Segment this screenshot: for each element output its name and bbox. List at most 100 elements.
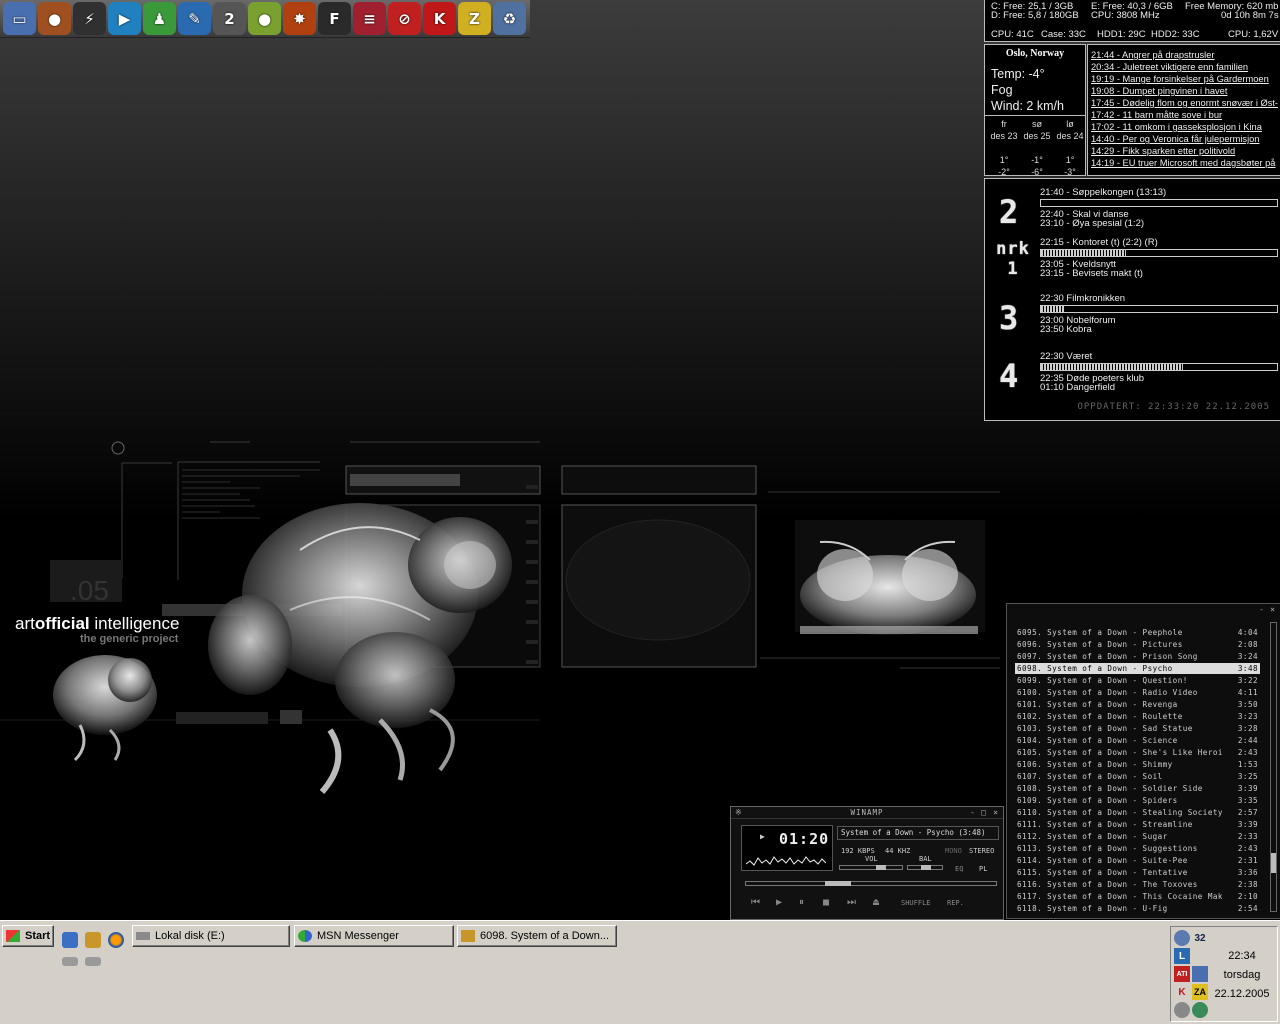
winamp-seek-bar[interactable] — [745, 881, 997, 886]
playlist-item[interactable]: 6114. System of a Down - Suite-Pee 2:31 — [1015, 855, 1260, 866]
playlist-item[interactable]: 6107. System of a Down - Soil 3:25 — [1015, 771, 1260, 782]
drive-icon[interactable] — [62, 957, 78, 966]
repeat-button[interactable]: REP. — [947, 899, 964, 907]
feather-icon[interactable]: ✎ — [178, 2, 211, 35]
playlist-item[interactable]: 6113. System of a Down - Suggestions 2:43 — [1015, 843, 1260, 854]
playlist-item[interactable]: 6105. System of a Down - She's Like Hero… — [1015, 747, 1260, 758]
firefox-icon[interactable] — [108, 932, 124, 948]
kaspersky-tray-icon[interactable]: K — [1174, 984, 1190, 1000]
no-smoking-icon[interactable]: ⊘ — [388, 2, 421, 35]
playlist-minimize-button[interactable]: - — [1259, 605, 1264, 615]
playlist-item[interactable]: 6096. System of a Down - Pictures 2:08 — [1015, 639, 1260, 650]
taskbar-window-lokal-disk[interactable]: Lokal disk (E:) — [132, 925, 290, 947]
tv-progress-bar — [1040, 363, 1278, 371]
playlist-item[interactable]: 6117. System of a Down - This Cocaine Ma… — [1015, 891, 1260, 902]
news-item[interactable]: 17:45 - Dødelig flom og enormt snøvær i … — [1091, 98, 1278, 108]
winamp-eq-button[interactable]: EQ — [955, 865, 963, 873]
winamp-seek-knob[interactable] — [825, 881, 852, 886]
news-item[interactable]: 17:02 - 11 omkom i gasseksplosjon i Kina — [1091, 122, 1262, 132]
news-item[interactable]: 14:40 - Per og Veronica får julepermisjo… — [1091, 134, 1259, 144]
playlist-item[interactable]: 6115. System of a Down - Tentative 3:36 — [1015, 867, 1260, 878]
winamp-launch-icon[interactable] — [85, 932, 101, 948]
winamp-titlebar[interactable]: WINAMP — [731, 807, 1003, 819]
winamp-minimize-button[interactable]: - — [970, 808, 975, 818]
msn-buddies-icon[interactable]: ♟ — [143, 2, 176, 35]
playlist-item[interactable]: 6095. System of a Down - Peephole 4:04 — [1015, 627, 1260, 638]
news-item[interactable]: 20:34 - Juletreet viktigere enn familien — [1091, 62, 1248, 72]
play-icon[interactable]: ▶ — [776, 897, 782, 908]
playlist-item[interactable]: 6110. System of a Down - Stealing Societ… — [1015, 807, 1260, 818]
kaspersky-icon[interactable]: K — [423, 2, 456, 35]
winamp-time[interactable]: 01:20 — [779, 830, 829, 848]
shuffle-button[interactable]: SHUFFLE — [901, 899, 931, 907]
tray-counter[interactable]: 32 — [1192, 930, 1208, 946]
news-item[interactable]: 14:19 - EU truer Microsoft med dagsbøter… — [1091, 158, 1275, 168]
winrar-icon[interactable]: ≡ — [353, 2, 386, 35]
recycle-bin-icon[interactable]: ♻ — [493, 2, 526, 35]
ati-tray-icon[interactable]: ATI — [1174, 966, 1190, 982]
news-item[interactable]: 14:29 - Fikk sparken etter politivold — [1091, 146, 1235, 156]
playlist-item[interactable]: 6116. System of a Down - The Toxoves 2:38 — [1015, 879, 1260, 890]
playlist-item[interactable]: 6101. System of a Down - Revenga 3:50 — [1015, 699, 1260, 710]
playlist-item[interactable]: 6118. System of a Down - U-Fig 2:54 — [1015, 903, 1260, 914]
disc-tray-icon[interactable] — [1174, 1002, 1190, 1018]
winamp-volume-slider[interactable] — [839, 865, 903, 870]
playlist-close-button[interactable]: × — [1270, 605, 1275, 615]
drive-icon-2[interactable] — [85, 957, 101, 966]
news-item[interactable]: 17:42 - 11 barn måtte sove i bur — [1091, 110, 1222, 120]
previous-icon[interactable]: ⏮ — [751, 897, 760, 908]
playlist-item[interactable]: 6109. System of a Down - Spiders 3:35 — [1015, 795, 1260, 806]
network-tray-icon[interactable] — [1174, 930, 1190, 946]
playlist-item[interactable]: 6102. System of a Down - Roulette 3:23 — [1015, 711, 1260, 722]
visualizer[interactable] — [746, 854, 826, 868]
explosion-icon[interactable]: ✸ — [283, 2, 316, 35]
zonealarm-icon[interactable]: Z — [458, 2, 491, 35]
fire-icon[interactable]: F — [318, 2, 351, 35]
playlist-item[interactable]: 6100. System of a Down - Radio Video 4:11 — [1015, 687, 1260, 698]
playlist-scroll-thumb[interactable] — [1271, 853, 1276, 873]
winamp-menu-icon[interactable]: ※ — [735, 808, 742, 818]
playlist-item[interactable]: 6104. System of a Down - Science 2:44 — [1015, 735, 1260, 746]
next-icon[interactable]: ⏭ — [847, 897, 856, 908]
news-item[interactable]: 19:08 - Dumpet pingvinen i havet — [1091, 86, 1227, 96]
playlist-item[interactable]: 6106. System of a Down - Shimmy 1:53 — [1015, 759, 1260, 770]
news-item[interactable]: 21:44 - Angrer på drapstrusler — [1091, 50, 1215, 60]
clock-time[interactable]: 22:34 — [1207, 950, 1277, 962]
winamp-time-display[interactable]: ▶ 01:20 — [741, 825, 833, 871]
winamp-shade-button[interactable]: □ — [981, 808, 986, 818]
playlist-item[interactable]: 6111. System of a Down - Streamline 3:39 — [1015, 819, 1260, 830]
playlist-scrollbar[interactable] — [1270, 622, 1277, 912]
playlist-item[interactable]: 6097. System of a Down - Prison Song 3:24 — [1015, 651, 1260, 662]
battlefield-icon[interactable]: 2 — [213, 2, 246, 35]
zonealarm-tray-icon[interactable]: ZA — [1192, 984, 1208, 1000]
users-tray-icon[interactable] — [1192, 1002, 1208, 1018]
playlist-titlebar[interactable]: - × — [1007, 604, 1280, 616]
show-desktop-icon[interactable] — [62, 932, 78, 948]
winamp-balance-slider[interactable] — [907, 865, 943, 870]
my-computer-icon[interactable]: ▭ — [3, 2, 36, 35]
stop-icon[interactable]: ■ — [823, 897, 829, 908]
media-player-icon[interactable]: ▶ — [108, 2, 141, 35]
playlist-item[interactable]: 6108. System of a Down - Soldier Side 3:3… — [1015, 783, 1260, 794]
tray-l-icon[interactable]: L — [1174, 948, 1190, 964]
monitor-tray-icon[interactable] — [1192, 966, 1208, 982]
winamp-playlist-window[interactable]: - × 6095. System of a Down - Peephole 4:0… — [1006, 603, 1280, 919]
pause-icon[interactable]: ⏸ — [799, 897, 804, 908]
winamp-pl-button[interactable]: PL — [979, 865, 987, 873]
playlist-item[interactable]: 6098. System of a Down - Psycho 3:48 — [1015, 663, 1260, 674]
lightning-icon[interactable]: ⚡ — [73, 2, 106, 35]
playlist-item[interactable]: 6112. System of a Down - Sugar 2:33 — [1015, 831, 1260, 842]
playlist-item[interactable]: 6103. System of a Down - Sad Statue 3:28 — [1015, 723, 1260, 734]
clock-day[interactable]: torsdag — [1207, 969, 1277, 981]
news-item[interactable]: 19:19 - Mange forsinkelser på Gardermoen — [1091, 74, 1269, 84]
start-button[interactable]: Start — [2, 925, 54, 947]
winamp-close-button[interactable]: × — [993, 808, 998, 818]
winamp-main-window[interactable]: WINAMP ※ - □ × ▶ 01:20 System of a Down … — [730, 806, 1004, 920]
eject-icon[interactable]: ⏏ — [873, 897, 879, 908]
green-ball-icon[interactable]: ● — [248, 2, 281, 35]
chicken-icon[interactable]: ● — [38, 2, 71, 35]
playlist-item[interactable]: 6099. System of a Down - Question! 3:22 — [1015, 675, 1260, 686]
clock-date[interactable]: 22.12.2005 — [1207, 988, 1277, 1000]
taskbar-window-winamp[interactable]: 6098. System of a Down... — [457, 925, 617, 947]
taskbar-window-msn[interactable]: MSN Messenger — [294, 925, 454, 947]
